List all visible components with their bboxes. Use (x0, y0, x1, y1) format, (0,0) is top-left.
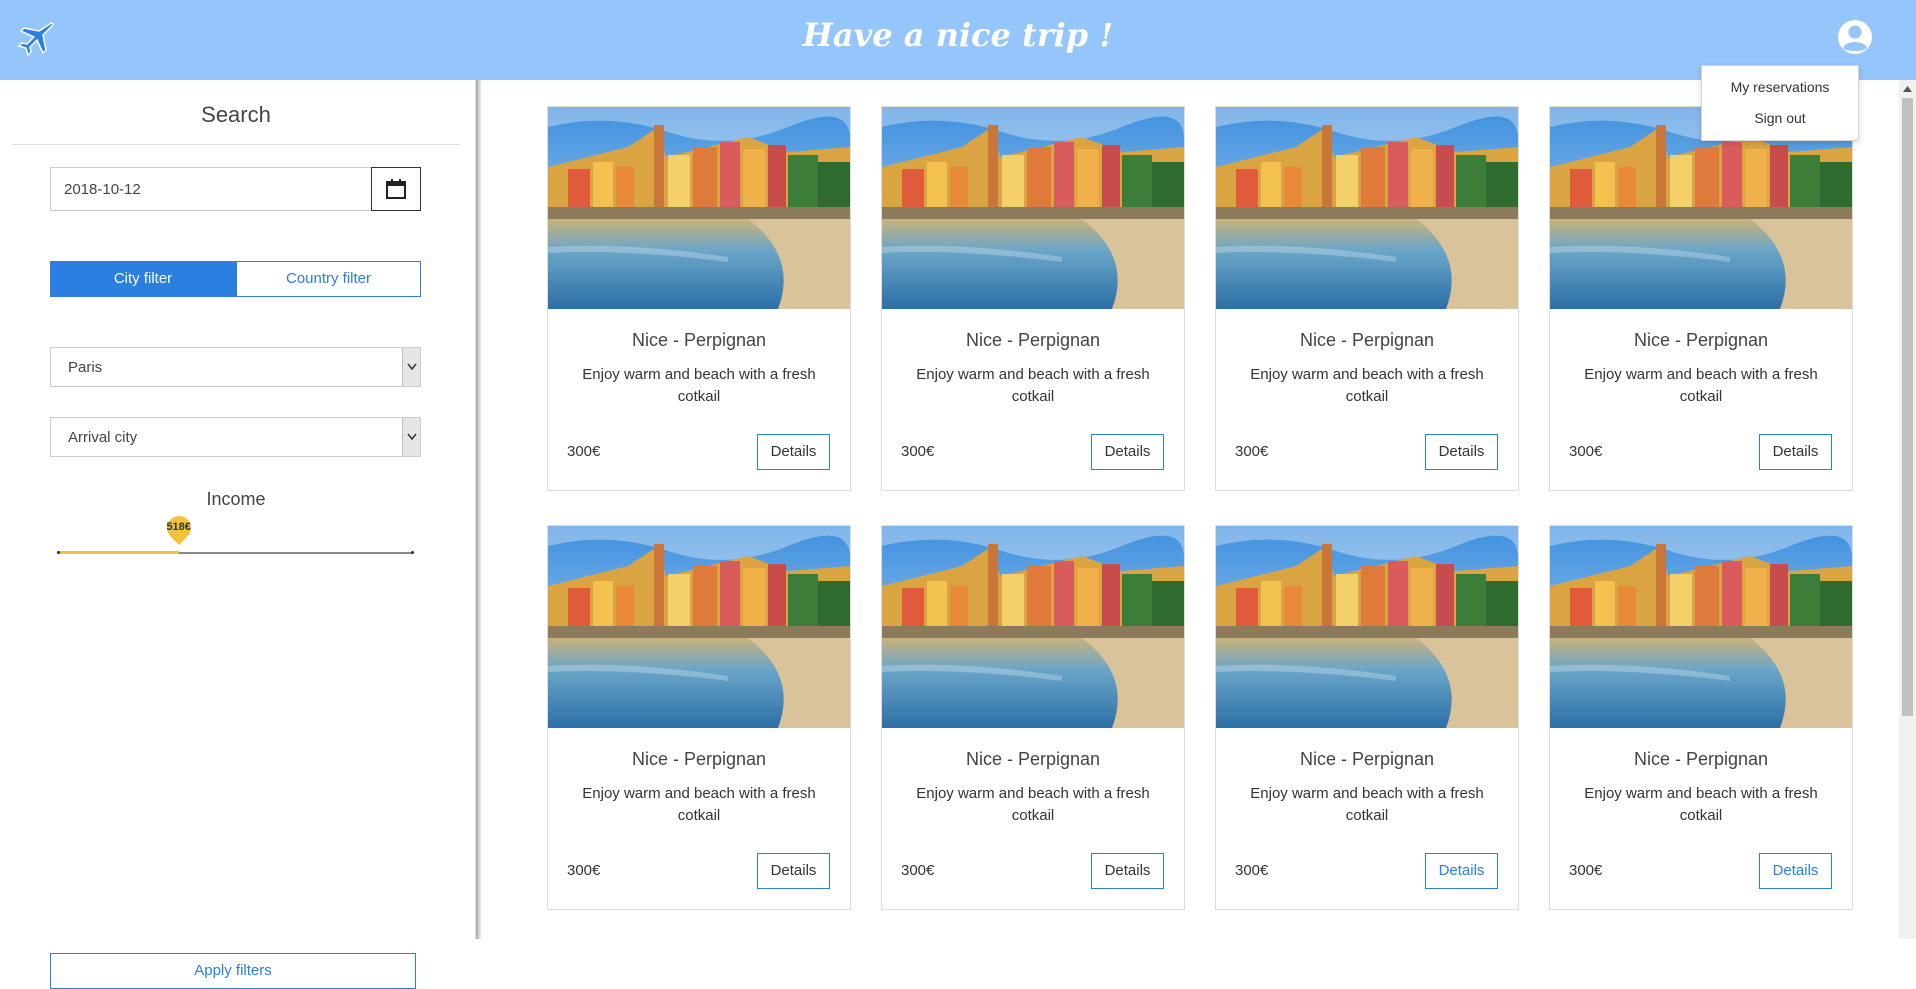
income-slider-fill (58, 551, 179, 554)
calendar-button[interactable] (371, 167, 421, 211)
income-slider-handle[interactable]: 518€ (161, 511, 196, 552)
details-button[interactable]: Details (1091, 853, 1164, 889)
scroll-up-arrow-icon[interactable] (1903, 86, 1912, 92)
trip-card: Nice - Perpignan Enjoy warm and beach wit… (1215, 525, 1519, 910)
trip-photo (548, 526, 850, 728)
details-button[interactable]: Details (1759, 853, 1832, 889)
trip-price: 300€ (1569, 862, 1603, 879)
trip-title: Nice - Perpignan (1633, 330, 1769, 350)
trip-title: Nice - Perpignan (965, 749, 1101, 769)
trip-price: 300€ (901, 443, 935, 460)
trip-description: Enjoy warm and beach with a fresh cotkai… (916, 785, 1150, 824)
sidebar-title: Search (201, 102, 271, 127)
trip-photo (1216, 107, 1518, 309)
details-button[interactable]: Details (757, 434, 830, 470)
trip-description: Enjoy warm and beach with a fresh cotkai… (1250, 366, 1484, 405)
chevron-down-icon (402, 418, 420, 456)
income-label: Income (206, 489, 266, 509)
departure-city-value: Paris (68, 359, 103, 376)
menu-item-sign-out[interactable]: Sign out (1702, 110, 1858, 126)
trip-title: Nice - Perpignan (631, 330, 767, 350)
user-avatar-icon[interactable] (1836, 18, 1874, 58)
trip-price: 300€ (1569, 443, 1603, 460)
trip-photo (1216, 526, 1518, 728)
arrival-city-value: Arrival city (68, 429, 138, 446)
apply-filters-button[interactable]: Apply filters (50, 953, 416, 989)
trip-description: Enjoy warm and beach with a fresh cotkai… (1250, 785, 1484, 824)
app-title: Have a nice trip ! (802, 16, 1114, 54)
trip-card: Nice - Perpignan Enjoy warm and beach wit… (881, 106, 1185, 491)
scrollbar[interactable] (1899, 80, 1916, 939)
trip-price: 300€ (567, 862, 601, 879)
trip-card: Nice - Perpignan Enjoy warm and beach wit… (547, 106, 851, 491)
details-button[interactable]: Details (1425, 853, 1498, 889)
trip-photo (882, 107, 1184, 309)
search-sidebar: Search City filter Country filter Paris … (0, 80, 476, 989)
date-input[interactable] (50, 167, 372, 211)
trip-description: Enjoy warm and beach with a fresh cotkai… (582, 366, 816, 405)
trip-description: Enjoy warm and beach with a fresh cotkai… (582, 785, 816, 824)
trip-photo (882, 526, 1184, 728)
trip-description: Enjoy warm and beach with a fresh cotkai… (1584, 366, 1818, 405)
departure-city-select[interactable]: Paris (50, 347, 421, 387)
tab-city-filter[interactable]: City filter (50, 261, 236, 297)
trip-price: 300€ (1235, 862, 1269, 879)
sidebar-shadow (476, 80, 482, 939)
trip-photo (1550, 526, 1852, 728)
user-menu: My reservations Sign out (1701, 65, 1859, 141)
details-button[interactable]: Details (1425, 434, 1498, 470)
trip-title: Nice - Perpignan (631, 749, 767, 769)
income-value: 518€ (166, 521, 191, 533)
trip-card: Nice - Perpignan Enjoy warm and beach wit… (881, 525, 1185, 910)
trip-card: Nice - Perpignan Enjoy warm and beach wit… (1549, 106, 1853, 491)
tab-country-filter[interactable]: Country filter (236, 261, 421, 297)
chevron-down-icon (402, 348, 420, 386)
calendar-icon (386, 179, 406, 199)
details-button[interactable]: Details (757, 853, 830, 889)
trip-price: 300€ (567, 443, 601, 460)
trip-card: Nice - Perpignan Enjoy warm and beach wit… (547, 525, 851, 910)
trip-photo (548, 107, 850, 309)
slider-end-dot (411, 551, 414, 554)
trip-card: Nice - Perpignan Enjoy warm and beach wit… (1549, 525, 1853, 910)
divider (12, 144, 460, 145)
trip-price: 300€ (901, 862, 935, 879)
details-button[interactable]: Details (1759, 434, 1832, 470)
trip-title: Nice - Perpignan (1299, 330, 1435, 350)
slider-start-dot (57, 551, 60, 554)
details-button[interactable]: Details (1091, 434, 1164, 470)
trip-description: Enjoy warm and beach with a fresh cotkai… (1584, 785, 1818, 824)
trip-description: Enjoy warm and beach with a fresh cotkai… (916, 366, 1150, 405)
scrollbar-thumb[interactable] (1902, 98, 1913, 716)
menu-item-my-reservations[interactable]: My reservations (1702, 79, 1858, 95)
trip-card: Nice - Perpignan Enjoy warm and beach wit… (1215, 106, 1519, 491)
app-header: Have a nice trip ! (0, 0, 1916, 80)
trip-price: 300€ (1235, 443, 1269, 460)
arrival-city-select[interactable]: Arrival city (50, 417, 421, 457)
trip-title: Nice - Perpignan (1633, 749, 1769, 769)
trip-title: Nice - Perpignan (1299, 749, 1435, 769)
trip-title: Nice - Perpignan (965, 330, 1101, 350)
